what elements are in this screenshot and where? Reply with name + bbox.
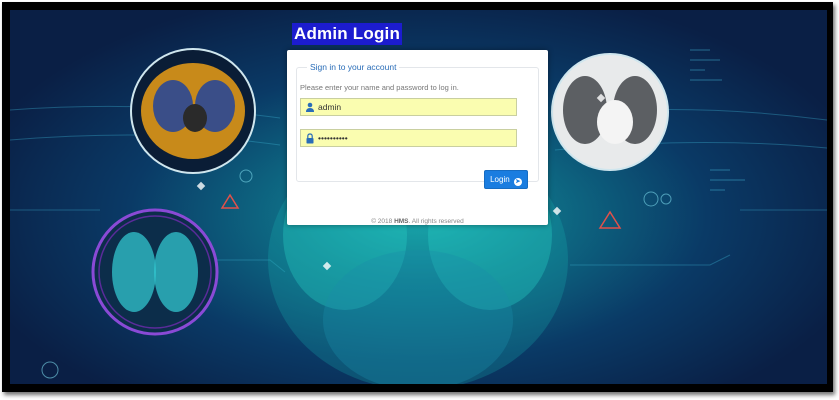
copyright-brand: HMS bbox=[394, 218, 409, 225]
background-stage: Admin Login Sign in to your account Plea… bbox=[10, 10, 827, 384]
login-button[interactable]: Login ➤ bbox=[484, 170, 528, 189]
screenshot-frame: Admin Login Sign in to your account Plea… bbox=[2, 2, 833, 392]
login-hint: Please enter your name and password to l… bbox=[300, 83, 459, 92]
copyright-footer: © 2018 HMS. All rights reserved bbox=[287, 218, 548, 225]
user-icon bbox=[306, 102, 314, 112]
copyright-rights: . All rights reserved bbox=[408, 218, 464, 225]
username-input[interactable] bbox=[318, 99, 508, 115]
login-fieldset: Sign in to your account bbox=[296, 62, 539, 182]
page-title: Admin Login bbox=[292, 23, 403, 45]
password-input[interactable] bbox=[318, 130, 508, 146]
password-field-wrapper bbox=[300, 129, 517, 147]
copyright-year: © 2018 bbox=[371, 218, 393, 225]
login-button-label: Login bbox=[490, 175, 510, 184]
arrow-circle-right-icon: ➤ bbox=[513, 178, 522, 186]
username-field-wrapper bbox=[300, 98, 517, 116]
login-panel: Sign in to your account Please enter you… bbox=[287, 50, 548, 225]
login-legend: Sign in to your account bbox=[310, 62, 397, 72]
lock-icon bbox=[306, 133, 314, 144]
